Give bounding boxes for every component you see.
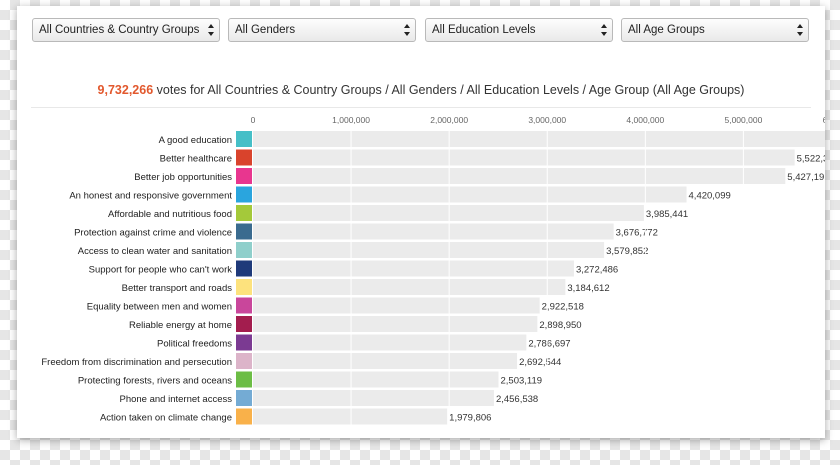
value-label: 4,420,099 [689, 191, 731, 202]
bar [253, 371, 499, 388]
bar [253, 334, 527, 351]
category-swatch [236, 334, 252, 351]
category-label: Protection against crime and violence [74, 228, 232, 239]
bar [253, 223, 614, 240]
category-swatch [236, 223, 252, 240]
x-tick-label: 5,000,000 [724, 115, 762, 125]
bar [253, 260, 574, 277]
value-label: 2,456,538 [496, 394, 538, 405]
category-swatch [236, 186, 252, 203]
category-swatch [236, 260, 252, 277]
category-swatch [236, 297, 252, 314]
x-tick-label: 0 [251, 115, 256, 125]
value-label: 2,692,544 [519, 357, 561, 368]
x-tick-label: 1,000,000 [332, 115, 370, 125]
value-label: 2,922,518 [542, 302, 584, 313]
category-label: Better healthcare [160, 154, 232, 165]
value-label: 3,272,486 [576, 265, 618, 276]
bar [253, 168, 786, 184]
category-label: A good education [159, 135, 232, 146]
category-swatch [236, 205, 252, 221]
bar [253, 205, 644, 221]
category-swatch [236, 316, 252, 332]
bar [253, 297, 540, 314]
category-label: Equality between men and women [87, 302, 232, 313]
category-swatch [236, 149, 252, 166]
category-label: Action taken on climate change [100, 413, 232, 424]
bar [253, 353, 518, 369]
value-label: 2,898,950 [539, 320, 581, 331]
bar [253, 131, 825, 147]
priorities-bar-chart: 0 1,000,000 2,000,000 3,000,000 4,000,000 5,0… [41, 115, 825, 425]
x-tick-label: 6,000,000 [823, 115, 825, 125]
category-swatch [236, 371, 252, 388]
category-swatch [236, 390, 252, 406]
value-label: 5,522,353 [797, 154, 825, 165]
bar [253, 242, 605, 258]
category-swatch [236, 408, 252, 425]
x-tick-label: 4,000,000 [626, 115, 664, 125]
category-swatch [236, 131, 252, 147]
category-label: Better transport and roads [122, 283, 233, 294]
value-label: 3,676,772 [616, 228, 658, 239]
value-label: 5,427,191 [787, 172, 825, 183]
bar [253, 408, 448, 425]
category-label: Support for people who can't work [89, 265, 233, 276]
bar [253, 279, 566, 295]
bar [253, 186, 687, 203]
category-label: Protecting forests, rivers and oceans [78, 376, 232, 387]
value-label: 2,503,119 [501, 376, 543, 387]
category-label: Phone and internet access [120, 394, 233, 405]
value-label: 2,786,697 [528, 339, 570, 350]
category-label: Reliable energy at home [129, 320, 232, 331]
category-label: Affordable and nutritious food [108, 209, 232, 220]
category-swatch [236, 168, 252, 184]
category-swatch [236, 242, 252, 258]
value-label: 1,979,806 [449, 413, 491, 424]
results-panel: All Countries & Country Groups All Gende… [17, 6, 825, 438]
category-label: Better job opportunities [134, 172, 232, 183]
x-tick-label: 3,000,000 [528, 115, 566, 125]
value-label: 3,579,852 [606, 246, 648, 257]
bar [253, 316, 538, 332]
category-label: An honest and responsive government [69, 191, 232, 202]
category-swatch [236, 279, 252, 295]
bar [253, 149, 795, 166]
category-label: Freedom from discrimination and persecut… [41, 357, 232, 368]
x-tick-label: 2,000,000 [430, 115, 468, 125]
category-swatch [236, 353, 252, 369]
value-label: 3,985,441 [646, 209, 688, 220]
category-label: Political freedoms [157, 339, 232, 350]
bar [253, 390, 494, 406]
category-label: Access to clean water and sanitation [78, 246, 232, 257]
value-label: 3,184,612 [567, 283, 609, 294]
